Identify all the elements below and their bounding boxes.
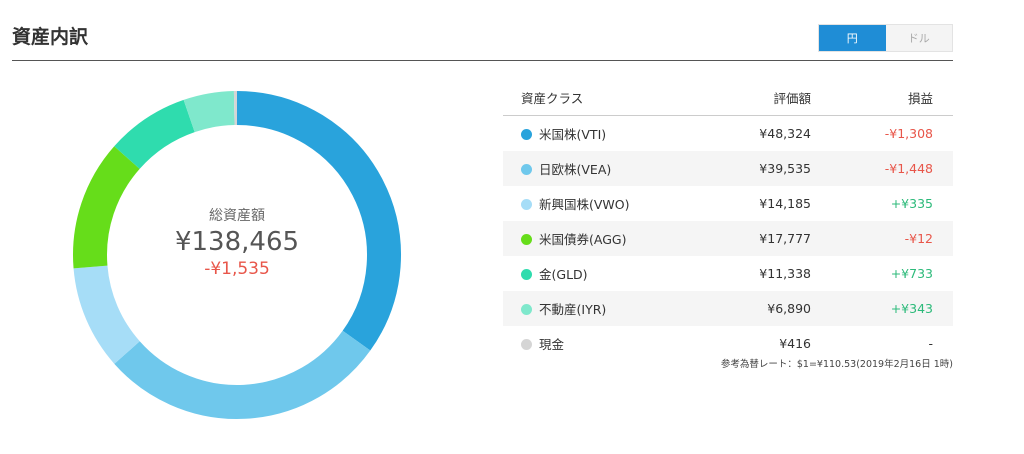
donut-slice-3 (73, 146, 140, 269)
legend-dot-icon (521, 164, 532, 175)
dollar-button[interactable]: ドル (885, 25, 952, 51)
asset-class-cell: 不動産(IYR) (503, 291, 690, 326)
pl-cell: -¥12 (812, 221, 953, 256)
table-row: 新興国株(VWO) ¥14,185 +¥335 (503, 186, 953, 221)
asset-class-cell: 米国株(VTI) (503, 116, 690, 152)
table-row: 不動産(IYR) ¥6,890 +¥343 (503, 291, 953, 326)
valuation-cell: ¥14,185 (759, 196, 811, 211)
asset-name: 金(GLD) (539, 267, 588, 282)
donut-center: 総資産額 ¥138,465 -¥1,535 (137, 205, 337, 279)
page-title: 資産内訳 (12, 26, 89, 48)
asset-name: 新興国株(VWO) (539, 197, 630, 212)
legend-dot-icon (521, 304, 532, 315)
pl-cell: +¥343 (812, 291, 953, 326)
asset-name: 米国債券(AGG) (539, 232, 627, 247)
donut-slice-4 (114, 99, 196, 170)
asset-class-cell: 日欧株(VEA) (503, 151, 690, 186)
valuation-cell: ¥11,338 (759, 266, 811, 281)
valuation-header: 評価額 (690, 80, 812, 116)
total-assets-label: 総資産額 (209, 208, 265, 224)
pl-cell: -¥1,308 (884, 126, 933, 141)
table-row: 米国債券(AGG) ¥17,777 -¥12 (503, 221, 953, 256)
total-pl-value: -¥1,535 (204, 259, 270, 279)
donut-slice-5 (183, 91, 236, 133)
donut-slice-1 (114, 330, 371, 419)
valuation-cell: ¥6,890 (690, 291, 812, 326)
title-divider (12, 60, 953, 61)
pl-header: 損益 (812, 80, 953, 116)
table-row: 金(GLD) ¥11,338 +¥733 (503, 256, 953, 291)
table-header-row: 資産クラス 評価額 損益 (503, 80, 953, 116)
asset-name: 現金 (539, 337, 565, 352)
legend-dot-icon (521, 269, 532, 280)
legend-dot-icon (521, 234, 532, 245)
asset-table: 資産クラス 評価額 損益 米国株(VTI) ¥48,324 -¥1,308 日欧株(V… (503, 80, 953, 361)
asset-class-cell: 現金 (503, 326, 690, 361)
asset-name: 日欧株(VEA) (539, 162, 612, 177)
pl-cell: -¥1,448 (812, 151, 953, 186)
donut-slice-2 (73, 265, 141, 364)
asset-class-cell: 米国債券(AGG) (503, 221, 690, 256)
currency-toggle: 円 ドル (818, 24, 953, 52)
pl-cell: +¥335 (890, 196, 933, 211)
exchange-rate-note: 参考為替レート：$1=¥110.53(2019年2月16日 1時) (720, 359, 953, 370)
valuation-cell: ¥39,535 (690, 151, 812, 186)
asset-class-header: 資産クラス (503, 80, 690, 116)
pl-cell: +¥733 (890, 266, 933, 281)
asset-name: 不動産(IYR) (539, 302, 607, 317)
table-row: 米国株(VTI) ¥48,324 -¥1,308 (503, 116, 953, 152)
valuation-cell: ¥48,324 (759, 126, 811, 141)
legend-dot-icon (521, 129, 532, 140)
asset-class-cell: 金(GLD) (503, 256, 690, 291)
asset-name: 米国株(VTI) (539, 127, 607, 142)
asset-class-cell: 新興国株(VWO) (503, 186, 690, 221)
yen-button[interactable]: 円 (819, 25, 886, 51)
total-assets-value: ¥138,465 (174, 227, 300, 257)
legend-dot-icon (521, 199, 532, 210)
legend-dot-icon (521, 339, 532, 350)
table-row: 日欧株(VEA) ¥39,535 -¥1,448 (503, 151, 953, 186)
valuation-cell: ¥17,777 (690, 221, 812, 256)
